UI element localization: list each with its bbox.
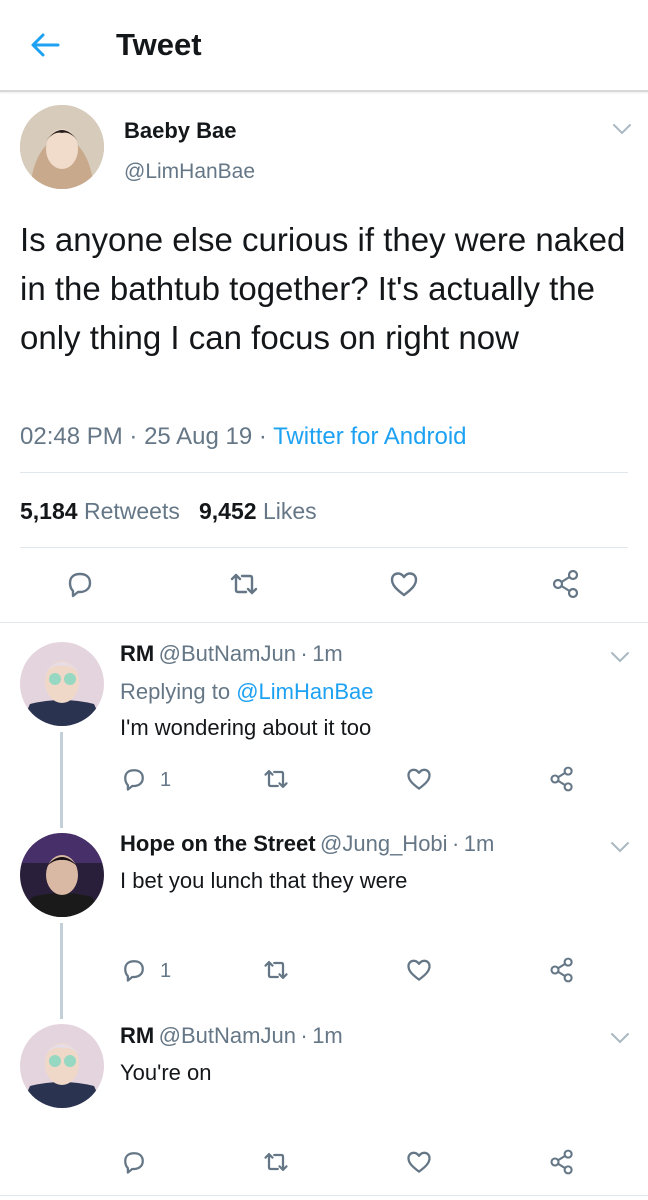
retweets-label[interactable]: Retweets xyxy=(84,498,180,524)
tweet-text: Is anyone else curious if they were nake… xyxy=(20,221,626,356)
reply-header: Hope on the Street @Jung_Hobi · 1m xyxy=(120,831,494,857)
reply-icon[interactable] xyxy=(120,765,148,793)
reply-icon[interactable] xyxy=(120,956,148,984)
reply-text: I bet you lunch that they were xyxy=(120,868,408,893)
divider xyxy=(20,472,628,473)
separator: · xyxy=(300,1023,308,1048)
avatar[interactable] xyxy=(20,105,104,189)
reply-header: RM @ButNamJun · 1m xyxy=(120,641,343,667)
separator: · xyxy=(129,423,138,450)
like-icon[interactable] xyxy=(405,1148,433,1176)
top-app-bar: Tweet xyxy=(0,0,648,92)
avatar[interactable] xyxy=(20,642,104,726)
reply-author-name[interactable]: Hope on the Street xyxy=(120,831,316,856)
share-icon[interactable] xyxy=(548,1148,576,1176)
tweet-meta: 02:48 PM · 25 Aug 19 · Twitter for Andro… xyxy=(20,423,467,451)
page-title: Tweet xyxy=(116,27,202,62)
share-icon[interactable] xyxy=(548,956,576,984)
replying-to-handle[interactable]: @LimHanBae xyxy=(236,679,373,704)
avatar[interactable] xyxy=(20,833,104,917)
share-icon[interactable] xyxy=(550,568,582,600)
reply-text: I'm wondering about it too xyxy=(120,715,372,740)
like-icon[interactable] xyxy=(405,765,433,793)
author-handle[interactable]: @LimHanBae xyxy=(124,160,255,184)
reply-header: RM @ButNamJun · 1m xyxy=(120,1023,343,1049)
divider xyxy=(0,622,648,623)
divider xyxy=(0,1195,648,1196)
reply-author-name[interactable]: RM xyxy=(120,641,154,666)
tweet-date: 25 Aug 19 xyxy=(144,423,253,450)
chevron-down-icon[interactable] xyxy=(610,1031,630,1045)
reply-text: You're on xyxy=(120,1060,212,1085)
tweet-time: 02:48 PM xyxy=(20,423,123,450)
like-icon[interactable] xyxy=(405,956,433,984)
replying-to-label: Replying to xyxy=(120,679,231,704)
thread-line xyxy=(60,732,63,828)
reply-count: 1 xyxy=(160,769,172,791)
reply-author-handle[interactable]: @ButNamJun xyxy=(159,641,296,666)
retweet-count[interactable]: 5,184 xyxy=(20,498,78,524)
reply-count: 1 xyxy=(160,960,172,982)
back-arrow-icon[interactable] xyxy=(28,28,62,62)
share-icon[interactable] xyxy=(548,765,576,793)
chevron-down-icon[interactable] xyxy=(610,650,630,664)
thread-line xyxy=(60,923,63,1019)
chevron-down-icon[interactable] xyxy=(610,840,630,854)
reply-time: 1m xyxy=(312,641,343,666)
retweet-icon[interactable] xyxy=(262,1148,290,1176)
author-name[interactable]: Baeby Bae xyxy=(124,118,237,144)
reply-author-handle[interactable]: @ButNamJun xyxy=(159,1023,296,1048)
reply-icon[interactable] xyxy=(64,568,96,600)
tweet-source-link[interactable]: Twitter for Android xyxy=(273,423,466,450)
separator: · xyxy=(452,831,460,856)
separator: · xyxy=(258,423,267,450)
likes-label[interactable]: Likes xyxy=(263,498,317,524)
avatar[interactable] xyxy=(20,1024,104,1108)
divider xyxy=(20,547,628,548)
chevron-down-icon[interactable] xyxy=(612,122,632,136)
tweet-stats: 5,184 Retweets 9,452 Likes xyxy=(20,498,317,525)
replying-to: Replying to @LimHanBae xyxy=(120,679,374,705)
reply-author-name[interactable]: RM xyxy=(120,1023,154,1048)
like-icon[interactable] xyxy=(388,568,420,600)
retweet-icon[interactable] xyxy=(262,765,290,793)
like-count[interactable]: 9,452 xyxy=(199,498,257,524)
reply-author-handle[interactable]: @Jung_Hobi xyxy=(320,831,448,856)
reply-icon[interactable] xyxy=(120,1148,148,1176)
reply-time: 1m xyxy=(463,831,495,856)
retweet-icon[interactable] xyxy=(228,568,260,600)
reply-time: 1m xyxy=(312,1023,343,1048)
separator: · xyxy=(300,641,308,666)
retweet-icon[interactable] xyxy=(262,956,290,984)
